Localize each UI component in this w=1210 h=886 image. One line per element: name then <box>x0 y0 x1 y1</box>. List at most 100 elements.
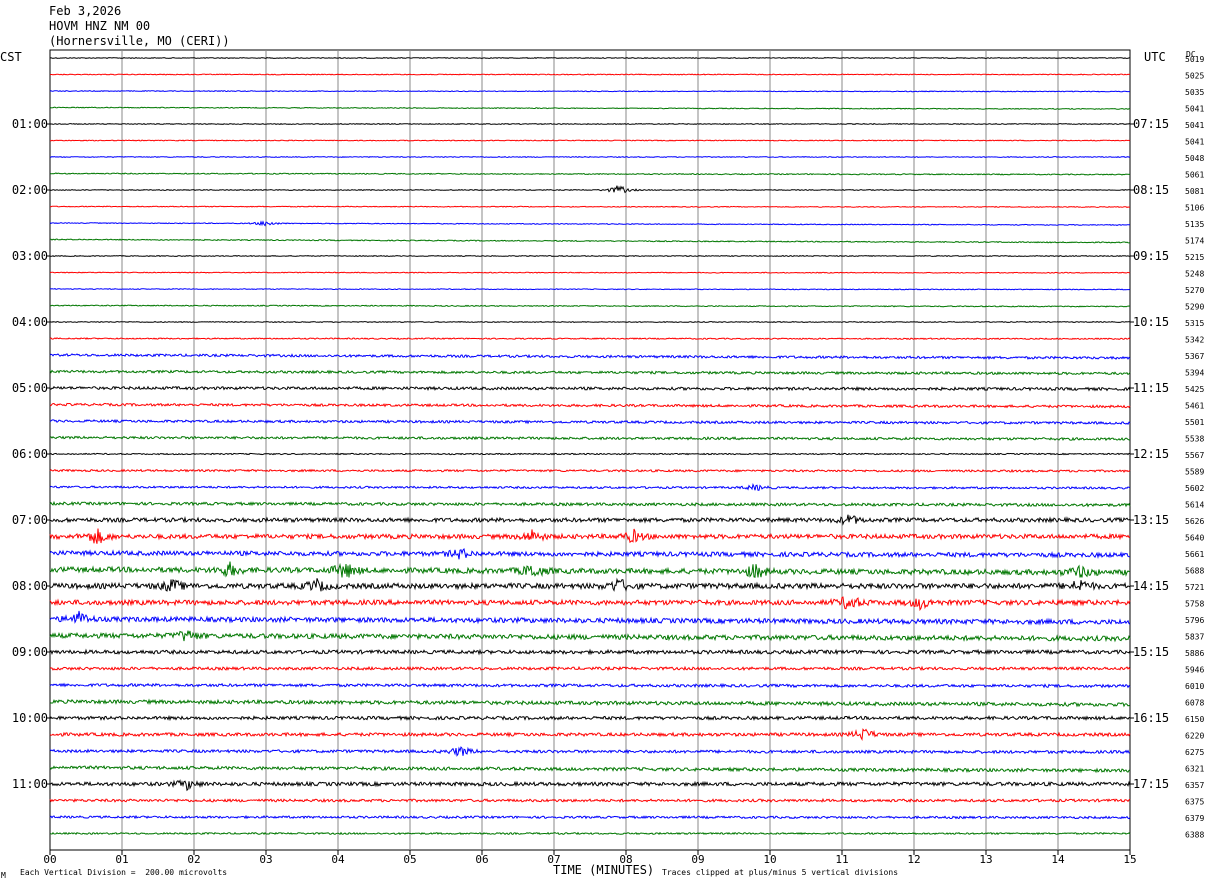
x-axis-label: TIME (MINUTES) <box>553 863 655 877</box>
dc-offset-label: 5248 <box>1185 270 1204 279</box>
seismic-trace <box>49 561 1131 578</box>
dc-offset-label: 5758 <box>1185 600 1204 609</box>
plot-frame <box>49 49 1131 851</box>
seismic-trace <box>49 106 1131 110</box>
seismic-trace <box>49 304 1131 308</box>
dc-offset-label: 5661 <box>1185 550 1204 559</box>
dc-offset-label: 5567 <box>1185 451 1204 460</box>
right-time-label: 17:15 <box>1133 777 1169 791</box>
dc-offset-label: 6388 <box>1185 831 1204 840</box>
dc-offset-label: 5367 <box>1185 352 1204 361</box>
seismic-trace <box>49 630 1131 643</box>
dc-offset-label: 6321 <box>1185 765 1204 774</box>
x-tick-label: 15 <box>1123 853 1136 866</box>
seismic-trace <box>49 814 1131 820</box>
seismic-trace <box>49 435 1131 442</box>
seismic-trace <box>49 220 1131 227</box>
seismic-trace <box>49 288 1131 291</box>
seismic-trace <box>49 648 1131 656</box>
seismic-trace <box>49 185 1130 194</box>
seismic-trace <box>49 698 1131 708</box>
seismic-trace <box>49 596 1131 612</box>
seismic-trace <box>49 548 1130 560</box>
right-time-label: 07:15 <box>1133 117 1169 131</box>
x-tick-label: 01 <box>115 853 128 866</box>
corner-mark: M <box>1 871 6 880</box>
dc-offset-label: 5501 <box>1185 418 1204 427</box>
seismic-trace <box>49 577 1131 592</box>
dc-offset-label: 5135 <box>1185 220 1204 229</box>
x-tick-label: 03 <box>259 853 272 866</box>
seismic-trace <box>49 172 1131 176</box>
dc-offset-label: 5602 <box>1185 484 1204 493</box>
left-time-label: 04:00 <box>12 315 48 329</box>
x-tick-label: 13 <box>979 853 992 866</box>
dc-offset-label: 6150 <box>1185 715 1204 724</box>
x-tick-label: 09 <box>691 853 704 866</box>
seismic-trace <box>49 764 1131 774</box>
left-time-label: 08:00 <box>12 579 48 593</box>
seismic-trace <box>49 385 1131 392</box>
left-time-label: 01:00 <box>12 117 48 131</box>
seismic-trace <box>49 528 1131 544</box>
seismic-trace <box>50 205 1131 208</box>
seismic-trace <box>49 797 1131 803</box>
left-time-label: 06:00 <box>12 447 48 461</box>
left-time-label: 10:00 <box>12 711 48 725</box>
left-time-label: 05:00 <box>12 381 48 395</box>
x-tick-label: 04 <box>331 853 345 866</box>
x-tick-label: 06 <box>475 853 488 866</box>
dc-offset-label: 5538 <box>1185 435 1204 444</box>
dc-offset-label: 6375 <box>1185 798 1204 807</box>
seismic-trace <box>49 139 1131 142</box>
dc-offset-label: 6357 <box>1185 781 1204 790</box>
x-tick-label: 12 <box>907 853 920 866</box>
dc-offset-label: 5106 <box>1185 204 1204 213</box>
x-tick-label: 11 <box>835 853 848 866</box>
dc-offset-label: 5081 <box>1185 187 1204 196</box>
x-tick-label: 14 <box>1051 853 1065 866</box>
dc-offset-label: 5837 <box>1185 633 1204 642</box>
dc-offset-label: 5394 <box>1185 369 1204 378</box>
scale-note: Each Vertical Division = 200.00 microvol… <box>20 868 228 877</box>
seismic-trace <box>49 779 1131 792</box>
dc-offset-label: 5425 <box>1185 385 1204 394</box>
seismic-trace <box>49 73 1131 76</box>
seismic-trace <box>49 122 1131 126</box>
right-time-label: 09:15 <box>1133 249 1169 263</box>
seismic-trace <box>49 514 1131 526</box>
seismic-trace <box>49 610 1131 626</box>
left-time-label: 09:00 <box>12 645 48 659</box>
dc-offset-label: 5640 <box>1185 534 1204 543</box>
seismic-trace <box>49 665 1131 672</box>
left-time-label: 07:00 <box>12 513 48 527</box>
dc-offset-label: 5041 <box>1185 105 1204 114</box>
seismic-trace <box>50 254 1131 258</box>
right-time-label: 10:15 <box>1133 315 1169 329</box>
seismic-trace <box>49 746 1131 757</box>
seismic-trace <box>49 728 1131 742</box>
dc-offset-label: 6078 <box>1185 699 1204 708</box>
dc-offset-label: 5041 <box>1185 138 1204 147</box>
seismic-trace <box>49 452 1131 456</box>
seismic-trace <box>49 89 1130 93</box>
dc-offset-label: 5215 <box>1185 253 1204 262</box>
dc-offset-label: 5626 <box>1185 517 1204 526</box>
dc-offset-label: 5061 <box>1185 171 1204 180</box>
seismic-trace <box>49 468 1131 473</box>
right-time-label: 16:15 <box>1133 711 1169 725</box>
x-tick-label: 00 <box>43 853 56 866</box>
dc-offset-label: 5796 <box>1185 616 1204 625</box>
left-time-label: 03:00 <box>12 249 48 263</box>
dc-offset-label: 5688 <box>1185 567 1204 576</box>
seismic-trace <box>49 352 1131 360</box>
right-time-label: 14:15 <box>1133 579 1169 593</box>
dc-offset-label: 5886 <box>1185 649 1204 658</box>
clip-note: Traces clipped at plus/minus 5 vertical … <box>662 868 899 877</box>
dc-offset-label: 5035 <box>1185 88 1204 97</box>
dc-offset-label: 5025 <box>1185 72 1204 81</box>
seismic-trace <box>49 56 1131 60</box>
helicorder-plot: 00 01 02 03 04 05 06 07 08 09 10 11 12 13 14 1501:0002:… <box>12 49 1204 866</box>
seismic-trace <box>49 369 1131 376</box>
seismic-trace <box>49 402 1131 409</box>
